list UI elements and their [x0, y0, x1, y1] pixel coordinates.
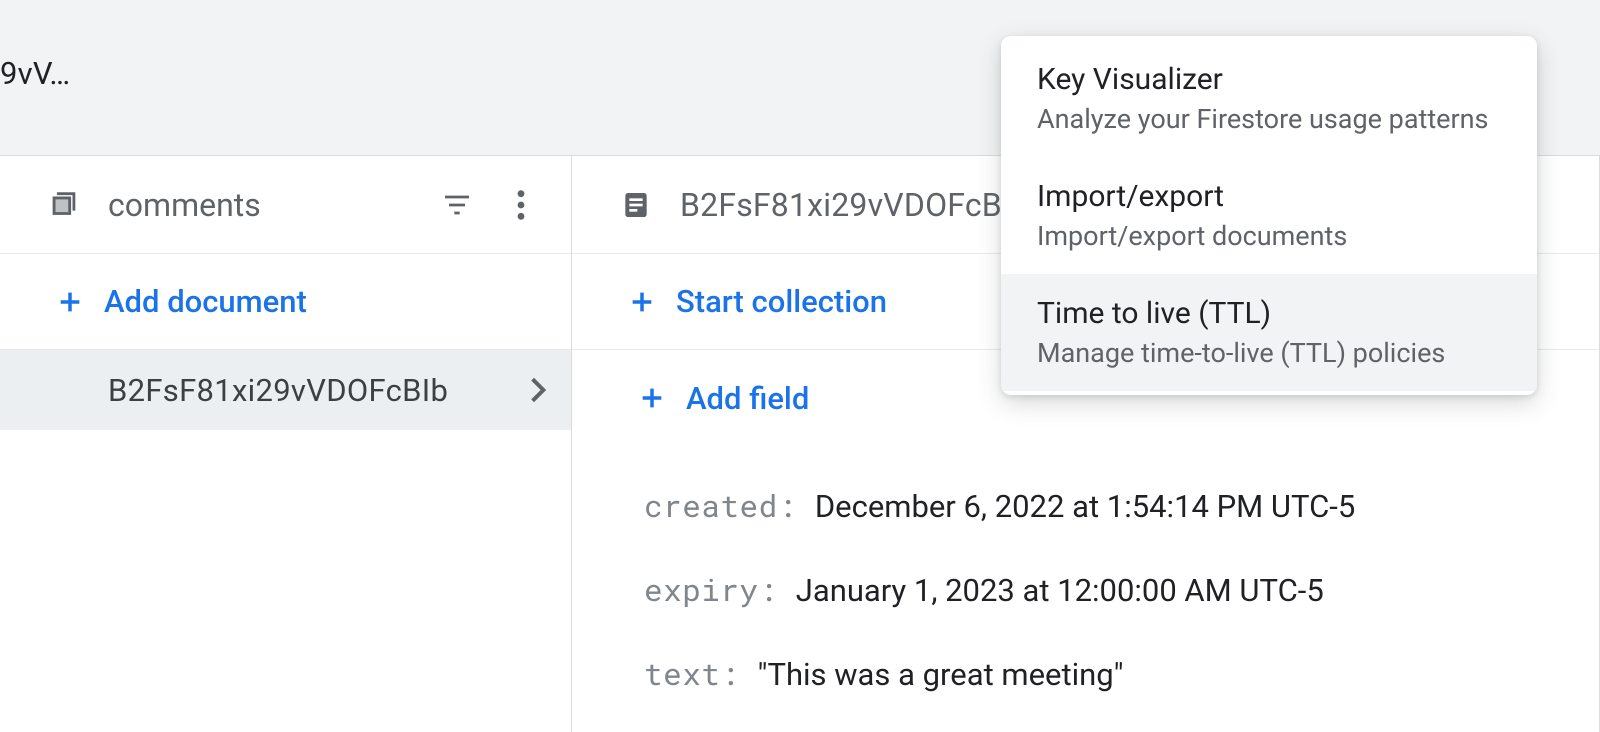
- breadcrumb-tail: 9vV…: [0, 55, 70, 92]
- document-icon: [616, 185, 656, 225]
- field-value: "This was a great meeting": [758, 656, 1124, 693]
- menu-item-title: Import/export: [1037, 179, 1501, 214]
- field-list: created: December 6, 2022 at 1:54:14 PM …: [572, 446, 1599, 694]
- filter-icon[interactable]: [437, 185, 477, 225]
- chevron-right-icon: [529, 375, 547, 405]
- field-value: January 1, 2023 at 12:00:00 AM UTC-5: [796, 572, 1324, 609]
- field-key: text:: [644, 654, 740, 694]
- field-key: created:: [644, 486, 797, 526]
- start-collection-label: Start collection: [676, 283, 887, 320]
- menu-item-title: Key Visualizer: [1037, 62, 1501, 97]
- menu-item-subtitle: Manage time-to-live (TTL) policies: [1037, 337, 1501, 369]
- field-row[interactable]: text: "This was a great meeting": [644, 654, 1599, 694]
- plus-icon: [56, 288, 84, 316]
- menu-item-import-export[interactable]: Import/export Import/export documents: [1001, 157, 1537, 274]
- menu-item-key-visualizer[interactable]: Key Visualizer Analyze your Firestore us…: [1001, 40, 1537, 157]
- document-list-item[interactable]: B2FsF81xi29vVDOFcBIb: [0, 350, 571, 430]
- collection-title: comments: [108, 186, 413, 224]
- plus-icon: [628, 288, 656, 316]
- collection-panel: comments Add document B2FsF81xi29vVDOFcB…: [0, 156, 572, 732]
- collection-panel-header: comments: [0, 156, 571, 254]
- add-document-label: Add document: [104, 283, 307, 320]
- plus-icon: [638, 384, 666, 412]
- field-row[interactable]: created: December 6, 2022 at 1:54:14 PM …: [644, 486, 1599, 526]
- collection-icon: [44, 185, 84, 225]
- field-row[interactable]: expiry: January 1, 2023 at 12:00:00 AM U…: [644, 570, 1599, 610]
- add-document-button[interactable]: Add document: [0, 254, 571, 350]
- overflow-menu: Key Visualizer Analyze your Firestore us…: [1001, 36, 1537, 395]
- menu-item-subtitle: Import/export documents: [1037, 220, 1501, 252]
- field-key: expiry:: [644, 570, 778, 610]
- menu-item-ttl[interactable]: Time to live (TTL) Manage time-to-live (…: [1001, 274, 1537, 391]
- add-field-label: Add field: [686, 380, 809, 417]
- document-id: B2FsF81xi29vVDOFcBIb: [108, 372, 448, 409]
- menu-item-title: Time to live (TTL): [1037, 296, 1501, 331]
- overflow-menu-icon[interactable]: [501, 185, 541, 225]
- field-value: December 6, 2022 at 1:54:14 PM UTC-5: [815, 488, 1355, 525]
- menu-item-subtitle: Analyze your Firestore usage patterns: [1037, 103, 1501, 135]
